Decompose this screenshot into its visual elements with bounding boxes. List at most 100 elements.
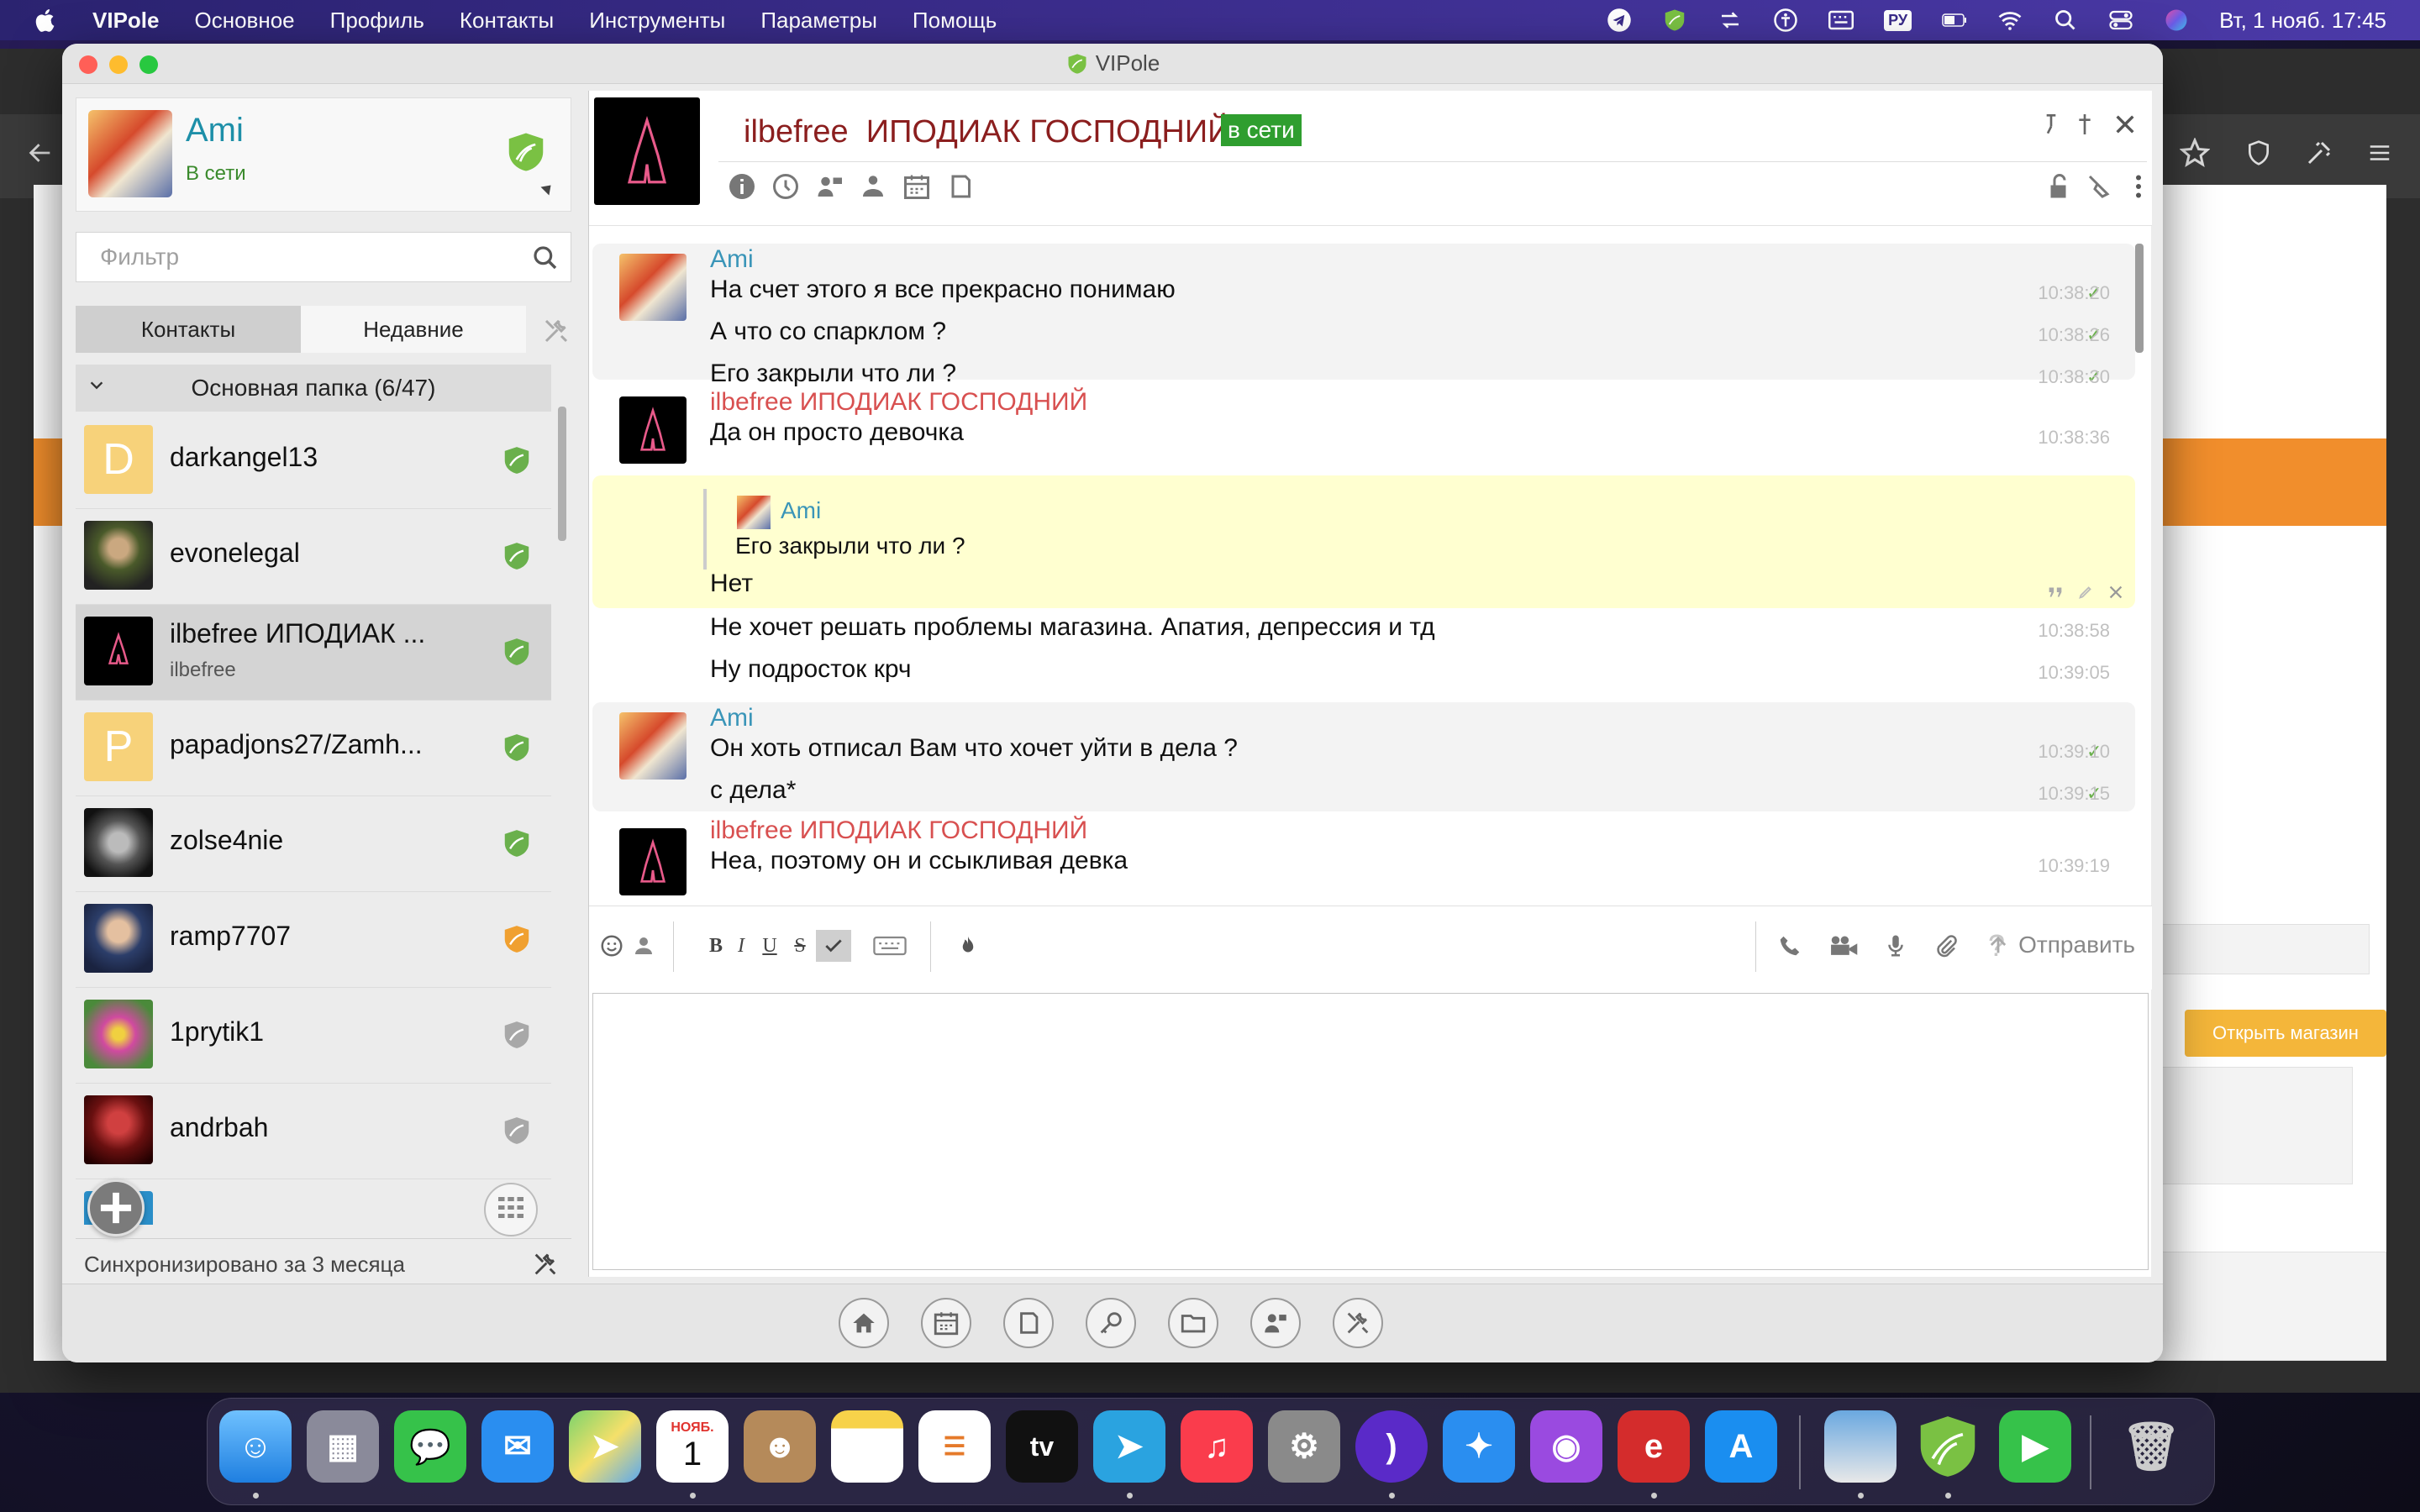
back-arrow-icon[interactable] — [24, 136, 57, 170]
menu-item-contacts[interactable]: Контакты — [460, 8, 554, 34]
calendar-button[interactable] — [921, 1298, 971, 1348]
chat-contact-avatar[interactable] — [594, 97, 700, 205]
contacts-app-icon[interactable]: ☻ — [744, 1410, 816, 1483]
safari-icon[interactable]: ✦ — [1443, 1410, 1515, 1483]
edit-icon[interactable] — [2076, 583, 2095, 601]
menu-item-settings[interactable]: Параметры — [760, 8, 877, 34]
sender-avatar[interactable] — [619, 396, 687, 464]
contacts-share-icon[interactable] — [858, 171, 888, 202]
home-button[interactable] — [839, 1298, 889, 1348]
contact-row[interactable]: B — [76, 1179, 551, 1225]
italic-button[interactable]: I — [729, 933, 754, 958]
message-sender[interactable]: Ami — [710, 245, 754, 274]
group-chat-icon[interactable] — [814, 171, 844, 202]
menu-item-tools[interactable]: Инструменты — [589, 8, 725, 34]
keyboard-icon[interactable] — [873, 933, 907, 958]
bold-button[interactable]: B — [703, 933, 729, 958]
quoted-message[interactable]: Ami Его закрыли что ли ? — [703, 489, 2048, 570]
info-icon[interactable] — [727, 171, 757, 202]
battery-icon[interactable] — [1942, 8, 1967, 33]
launchpad-icon[interactable]: ▦ — [307, 1410, 379, 1483]
menu-item-main[interactable]: Основное — [194, 8, 294, 34]
tools-button[interactable] — [1333, 1298, 1383, 1348]
emoji-icon[interactable] — [599, 933, 624, 958]
clear-history-icon[interactable] — [2085, 171, 2115, 202]
phone-call-icon[interactable] — [1777, 933, 1802, 958]
open-shop-button[interactable]: Открыть магазин — [2185, 1010, 2386, 1057]
accessibility-icon[interactable] — [1773, 8, 1798, 33]
send-button[interactable]: Отправить — [1986, 928, 2135, 962]
add-contact-button[interactable] — [87, 1179, 145, 1236]
security-shield-icon[interactable] — [503, 129, 549, 176]
contacts-scrollbar[interactable] — [558, 407, 566, 541]
tab-recent[interactable]: Недавние — [301, 306, 526, 353]
close-window-button[interactable] — [79, 55, 97, 74]
proton-vpn-icon[interactable]: ) — [1355, 1410, 1428, 1483]
calendar-app-icon[interactable]: НОЯБ. 1 — [656, 1410, 729, 1483]
video-call-icon[interactable] — [1828, 933, 1860, 958]
telegram-status-icon[interactable] — [1607, 8, 1632, 33]
keyboard-layout-badge[interactable]: РУ — [1884, 9, 1912, 31]
groups-button[interactable] — [1250, 1298, 1301, 1348]
contact-row-selected[interactable]: ilbefree ИПОДИАК ... ilbefree — [76, 605, 551, 701]
maps-icon[interactable]: ➤ — [569, 1410, 641, 1483]
calendar-icon[interactable] — [902, 171, 932, 202]
menubar-datetime[interactable]: Вт, 1 нояб. 17:45 — [2219, 8, 2386, 34]
search-icon[interactable] — [532, 244, 559, 271]
message-sender[interactable]: ilbefree ИПОДИАК ГОСПОДНИЙ — [710, 816, 1087, 845]
menu-item-help[interactable]: Помощь — [913, 8, 997, 34]
contact-row[interactable]: andrbah — [76, 1084, 551, 1179]
telegram-icon[interactable]: ➤ — [1093, 1410, 1165, 1483]
apple-icon[interactable] — [34, 8, 59, 33]
preview-icon[interactable] — [1824, 1410, 1897, 1483]
message-input[interactable] — [592, 993, 2149, 1270]
zoom-window-button[interactable] — [139, 55, 158, 74]
dialpad-button[interactable] — [484, 1183, 538, 1236]
profile-status[interactable]: В сети — [186, 162, 246, 186]
wifi-icon[interactable] — [1997, 8, 2023, 33]
messages-icon[interactable]: 💬 — [394, 1410, 466, 1483]
history-icon[interactable] — [771, 171, 801, 202]
contact-row[interactable]: ramp7707 — [76, 892, 551, 988]
siri-icon[interactable] — [2164, 8, 2189, 33]
contact-row[interactable]: zolse4nie — [76, 796, 551, 892]
mail-icon[interactable]: ✉ — [481, 1410, 554, 1483]
profile-avatar[interactable] — [88, 110, 172, 197]
shield-outline-icon[interactable] — [2242, 136, 2275, 170]
facetime-icon[interactable]: ▶ — [1999, 1410, 2071, 1483]
sender-avatar[interactable] — [619, 828, 687, 895]
profile-card[interactable]: Ami В сети — [76, 97, 571, 212]
sync-status-icon[interactable] — [1718, 8, 1743, 33]
tools-icon[interactable] — [541, 316, 571, 346]
detach-icon[interactable] — [2071, 111, 2098, 138]
notes-button[interactable] — [1003, 1298, 1054, 1348]
close-chat-icon[interactable] — [2112, 111, 2139, 138]
trash-icon[interactable]: 🗑 — [2115, 1410, 2187, 1483]
mention-contact-icon[interactable] — [631, 933, 656, 958]
sender-avatar[interactable] — [619, 254, 687, 321]
reminders-icon[interactable]: ☰ — [918, 1410, 991, 1483]
more-options-icon[interactable] — [2123, 171, 2154, 202]
system-preferences-icon[interactable]: ⚙ — [1268, 1410, 1340, 1483]
tools-icon[interactable] — [531, 1250, 560, 1278]
minimize-window-button[interactable] — [109, 55, 128, 74]
files-button[interactable] — [1168, 1298, 1218, 1348]
delete-icon[interactable] — [2107, 583, 2125, 601]
message-sender[interactable]: Ami — [710, 704, 754, 732]
spotlight-search-icon[interactable] — [2053, 8, 2078, 33]
menu-app-name[interactable]: VIPole — [92, 8, 159, 34]
expressvpn-icon[interactable]: e — [1618, 1410, 1690, 1483]
notes-icon[interactable] — [945, 171, 976, 202]
control-center-icon[interactable] — [2108, 8, 2133, 33]
messages-scrollbar[interactable] — [2135, 244, 2144, 353]
finder-icon[interactable]: ☺ — [219, 1410, 292, 1483]
quote-icon[interactable] — [2046, 583, 2065, 601]
sender-avatar[interactable] — [619, 712, 687, 780]
menu-item-profile[interactable]: Профиль — [330, 8, 424, 34]
extension-icon[interactable] — [2302, 136, 2336, 170]
tab-contacts[interactable]: Контакты — [76, 306, 301, 353]
music-icon[interactable]: ♫ — [1181, 1410, 1253, 1483]
passwords-button[interactable] — [1086, 1298, 1136, 1348]
pin-icon[interactable] — [2038, 111, 2065, 138]
filter-input[interactable] — [76, 233, 522, 281]
